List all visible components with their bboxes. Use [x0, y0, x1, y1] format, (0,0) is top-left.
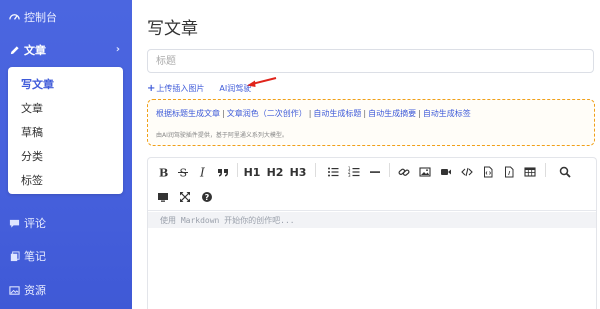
italic-icon[interactable]: I [196, 163, 210, 181]
sidebar-item-resources[interactable]: 资源 [0, 278, 132, 302]
svg-text:I: I [199, 166, 205, 178]
upload-image-link[interactable]: + 上传插入图片 [147, 83, 204, 94]
editor-text-area[interactable]: 使用 Markdown 开始你的创作吧... [148, 212, 596, 309]
markdown-editor: B S I H1 H2 H3 123 ? 使用 Markdown 开始你的创作吧… [147, 157, 597, 309]
upload-image-label: 上传插入图片 [156, 83, 205, 93]
articles-submenu: 写文章 文章 草稿 分类 标签 [8, 67, 123, 194]
fullscreen-icon[interactable] [178, 188, 192, 206]
sidebar-item-comments[interactable]: 评论 [0, 211, 132, 235]
help-icon[interactable]: ? [200, 188, 214, 206]
toolbar-divider [237, 163, 238, 177]
strikethrough-icon[interactable]: S [176, 163, 190, 181]
ai-generate-tags-link[interactable]: 自动生成标签 [423, 109, 471, 118]
title-input[interactable] [147, 49, 594, 73]
link-icon[interactable] [397, 163, 411, 181]
svg-text:B: B [159, 167, 168, 179]
ai-generate-title-link[interactable]: 自动生成标题 [313, 109, 361, 118]
toolbar-divider [545, 163, 546, 177]
code-file-icon[interactable] [481, 163, 495, 181]
numbered-list-icon[interactable]: 123 [347, 163, 361, 181]
sidebar-item-label: 资源 [24, 284, 46, 297]
separator: | [363, 109, 367, 118]
video-icon[interactable] [439, 163, 453, 181]
bullet-list-icon[interactable] [326, 163, 340, 181]
separator: | [418, 109, 421, 118]
main-content: 写文章 + 上传插入图片 AI润驾驶 根据标题生成文章|文章润色（二次创作）|自… [132, 0, 600, 309]
red-arrow-annotation [247, 77, 277, 87]
horizontal-rule-icon[interactable] [368, 163, 382, 181]
image-icon[interactable] [418, 163, 432, 181]
pencil-icon [8, 44, 20, 56]
table-icon[interactable] [523, 163, 537, 181]
sidebar-item-articles[interactable]: 文章 › [0, 38, 132, 62]
svg-text:?: ? [205, 193, 210, 202]
separator: | [308, 109, 312, 118]
bold-icon[interactable]: B [156, 163, 170, 181]
heading1-button[interactable]: H1 [243, 163, 261, 181]
sidebar: 控制台 文章 › 写文章 文章 草稿 分类 标签 评论 笔记 资源 [0, 0, 132, 309]
notes-icon [8, 250, 20, 262]
toolbar-divider [315, 163, 316, 177]
sidebar-item-label: 笔记 [24, 250, 46, 263]
ai-generate-article-link[interactable]: 根据标题生成文章 [156, 109, 220, 118]
ai-tools-box: 根据标题生成文章 | 文章润色（二次创作） | 自动生成标题 | 自动生成摘要 | 自动生成标签… [147, 99, 595, 146]
plus-icon: + [147, 82, 156, 94]
heading2-button[interactable]: H2 [266, 163, 284, 181]
svg-text:3: 3 [348, 173, 351, 178]
submenu-item-articles[interactable]: 文章 [8, 97, 123, 119]
editor-toolbar: B S I H1 H2 H3 123 ? [148, 158, 596, 211]
comment-icon [8, 217, 20, 229]
ai-generate-summary-link[interactable]: 自动生成摘要 [368, 109, 416, 118]
search-icon[interactable] [558, 163, 572, 181]
page-title: 写文章 [147, 19, 198, 39]
submenu-item-tags[interactable]: 标签 [8, 169, 123, 191]
submenu-item-drafts[interactable]: 草稿 [8, 121, 123, 143]
code-block-icon[interactable] [502, 163, 516, 181]
sidebar-item-dashboard[interactable]: 控制台 [0, 5, 132, 29]
editor-placeholder: 使用 Markdown 开始你的创作吧... [160, 216, 295, 225]
code-icon[interactable] [460, 163, 474, 181]
image-icon [8, 284, 20, 296]
ai-provider-note: 由AI润驾驶插件提供，基于阿里通义系列大模型。 [156, 132, 288, 139]
ai-polish-link[interactable]: 文章润色（二次创作） [227, 109, 307, 118]
submenu-item-write[interactable]: 写文章 [8, 73, 123, 95]
sidebar-item-label: 控制台 [24, 11, 57, 24]
submenu-item-categories[interactable]: 分类 [8, 145, 123, 167]
chevron-right-icon: › [115, 44, 120, 55]
preview-monitor-icon[interactable] [156, 188, 170, 206]
action-links: + 上传插入图片 AI润驾驶 [147, 81, 251, 95]
sidebar-item-label: 评论 [24, 217, 46, 230]
sidebar-item-label: 文章 [24, 44, 46, 57]
quote-icon[interactable] [216, 163, 230, 181]
heading3-button[interactable]: H3 [289, 163, 307, 181]
separator: | [222, 109, 225, 118]
ai-actions: 根据标题生成文章 | 文章润色（二次创作） | 自动生成标题 | 自动生成摘要 | 自动生成标签 [156, 108, 471, 119]
sidebar-item-notes[interactable]: 笔记 [0, 244, 132, 268]
toolbar-divider [389, 163, 390, 177]
dashboard-icon [8, 11, 20, 23]
